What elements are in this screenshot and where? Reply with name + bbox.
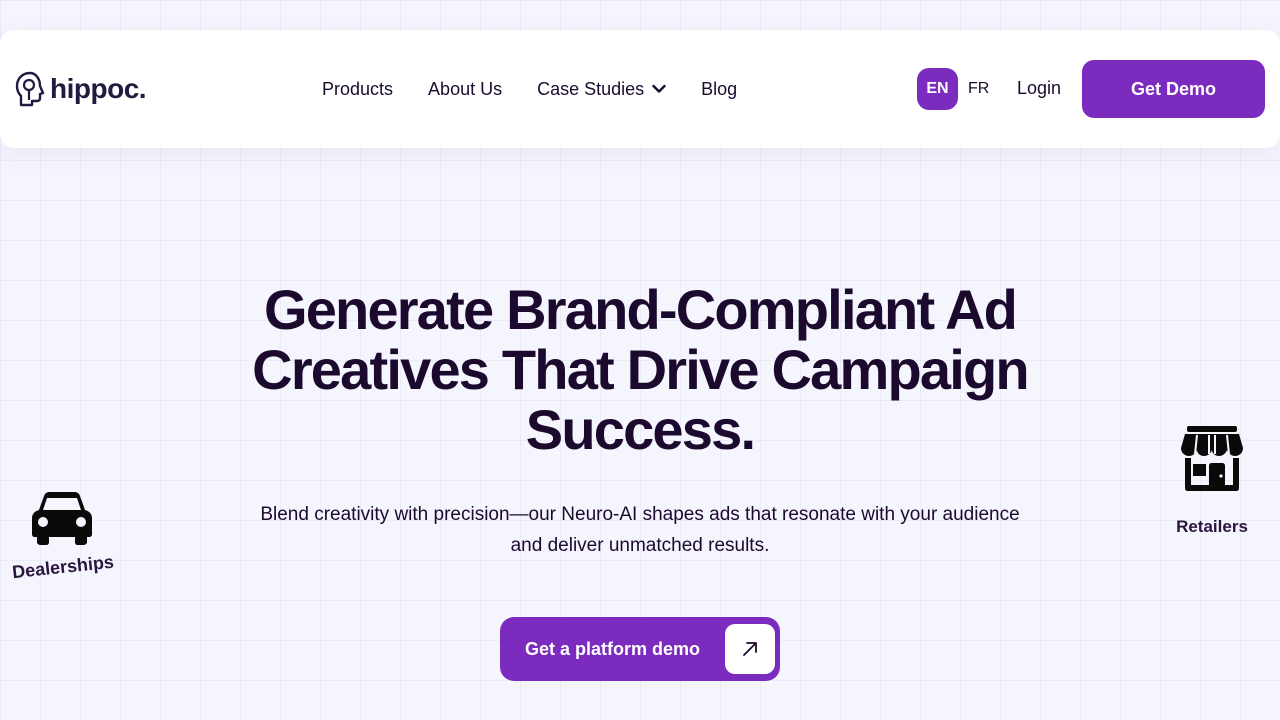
navbar: hippoc. Products About Us Case Studies B… [0,30,1280,148]
store-icon [1181,426,1243,491]
language-switcher: EN FR [917,68,989,110]
nav-case-studies[interactable]: Case Studies [537,79,666,100]
dealerships-label: Dealerships [11,551,115,583]
hero-title: Generate Brand-Compliant Ad Creatives Th… [252,278,1029,461]
hero-subtitle: Blend creativity with precision—our Neur… [260,504,1020,556]
get-demo-button[interactable]: Get Demo [1082,60,1265,118]
chevron-down-icon [652,84,666,93]
platform-demo-button[interactable]: Get a platform demo [500,617,780,681]
main-nav: Products About Us Case Studies Blog [322,30,772,148]
lang-fr-button[interactable]: FR [968,80,989,98]
platform-demo-label: Get a platform demo [525,638,701,659]
floating-dealerships: Dealerships [11,490,115,582]
retailers-label: Retailers [1176,517,1248,536]
logo[interactable]: hippoc. [14,70,147,108]
floating-retailers: Retailers [1170,424,1254,537]
login-link[interactable]: Login [1017,78,1061,99]
logo-text: hippoc. [50,73,147,104]
nav-case-studies-label: Case Studies [537,78,645,99]
head-logo-icon [15,71,45,107]
nav-blog[interactable]: Blog [701,79,737,100]
car-icon [32,492,92,545]
arrow-up-right-icon [725,624,775,674]
nav-products[interactable]: Products [322,79,393,100]
lang-en-button[interactable]: EN [917,68,958,110]
nav-about-us[interactable]: About Us [428,79,502,100]
